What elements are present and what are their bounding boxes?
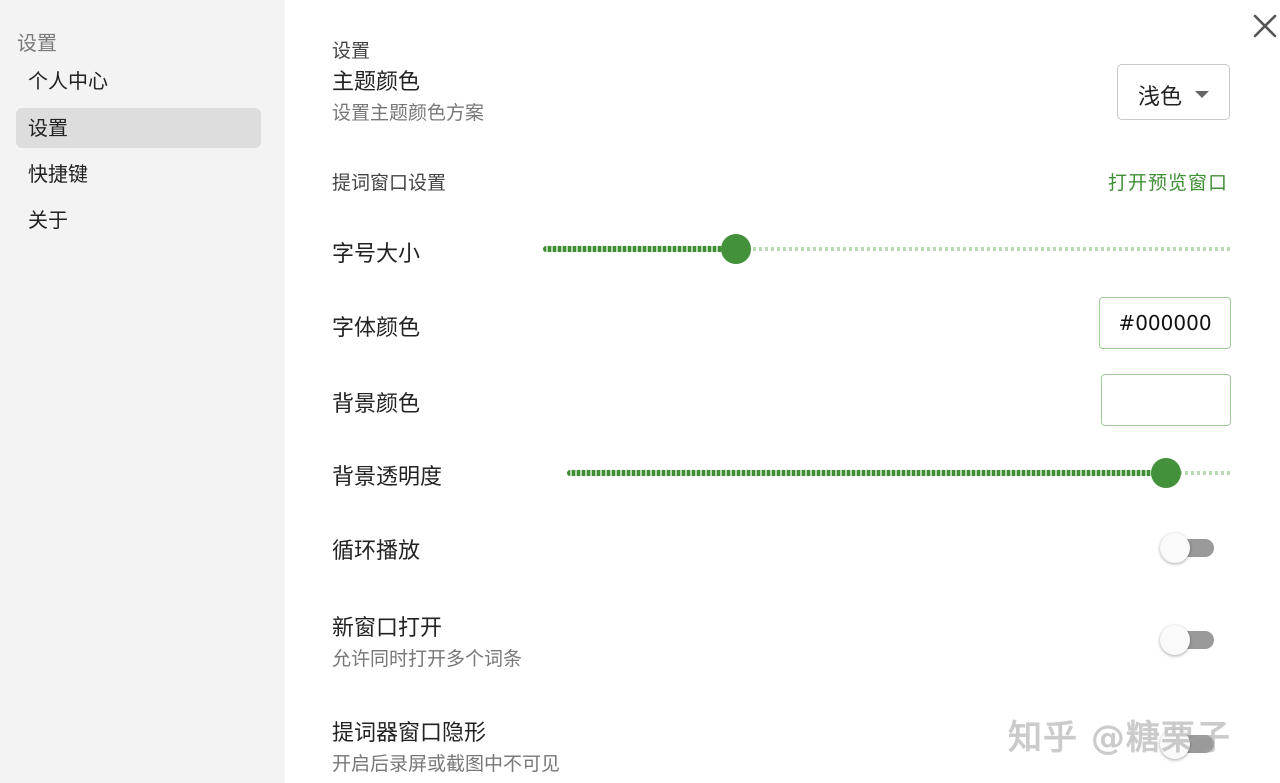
loop-play-toggle[interactable]: [1160, 532, 1218, 564]
caret-down-icon: [1195, 91, 1209, 98]
background-opacity-slider[interactable]: [567, 458, 1233, 488]
theme-select[interactable]: 浅色: [1117, 64, 1230, 120]
font-size-label: 字号大小: [332, 242, 421, 267]
sidebar-item-shortcuts[interactable]: 快捷键: [16, 154, 261, 194]
settings-section-label: 设置: [332, 40, 371, 62]
settings-window: 设置 个人中心 设置 快捷键 关于 设置 主题颜色 设置主题颜色方案 浅色 提词…: [0, 0, 1280, 783]
sidebar-item-settings[interactable]: 设置: [16, 108, 261, 148]
font-size-slider[interactable]: [543, 234, 1233, 264]
watermark: 知乎 @糖栗子: [1008, 718, 1231, 758]
sidebar: 设置 个人中心 设置 快捷键 关于: [0, 0, 285, 783]
toggle-knob: [1160, 625, 1190, 655]
font-color-input[interactable]: [1099, 297, 1231, 349]
font-color-label: 字体颜色: [332, 316, 421, 341]
toggle-knob: [1160, 533, 1190, 563]
settings-panel: 设置 主题颜色 设置主题颜色方案 浅色 提词窗口设置 打开预览窗口 字号大小 字…: [285, 0, 1280, 783]
slider-thumb[interactable]: [721, 234, 752, 264]
sidebar-heading: 设置: [17, 31, 57, 55]
open-preview-window-link[interactable]: 打开预览窗口: [1108, 168, 1228, 195]
new-window-title: 新窗口打开: [332, 616, 443, 641]
theme-color-description: 设置主题颜色方案: [332, 102, 485, 124]
theme-color-title: 主题颜色: [332, 70, 421, 95]
slider-track-fill: [543, 246, 737, 252]
sidebar-item-about[interactable]: 关于: [16, 200, 261, 240]
background-color-label: 背景颜色: [332, 392, 421, 417]
background-color-input[interactable]: [1101, 374, 1231, 426]
close-icon: [1253, 14, 1277, 38]
new-window-description: 允许同时打开多个词条: [332, 648, 523, 670]
slider-track-fill: [567, 470, 1167, 476]
theme-select-value: 浅色: [1138, 85, 1183, 110]
prompter-section-label: 提词窗口设置: [332, 172, 447, 194]
slider-thumb[interactable]: [1151, 458, 1182, 488]
background-opacity-label: 背景透明度: [332, 465, 443, 490]
hidden-window-title: 提词器窗口隐形: [332, 721, 487, 746]
new-window-toggle[interactable]: [1160, 624, 1218, 656]
close-button[interactable]: [1251, 12, 1279, 40]
sidebar-item-profile[interactable]: 个人中心: [16, 61, 261, 101]
hidden-window-description: 开启后录屏或截图中不可见: [332, 753, 561, 775]
loop-play-label: 循环播放: [332, 539, 421, 564]
